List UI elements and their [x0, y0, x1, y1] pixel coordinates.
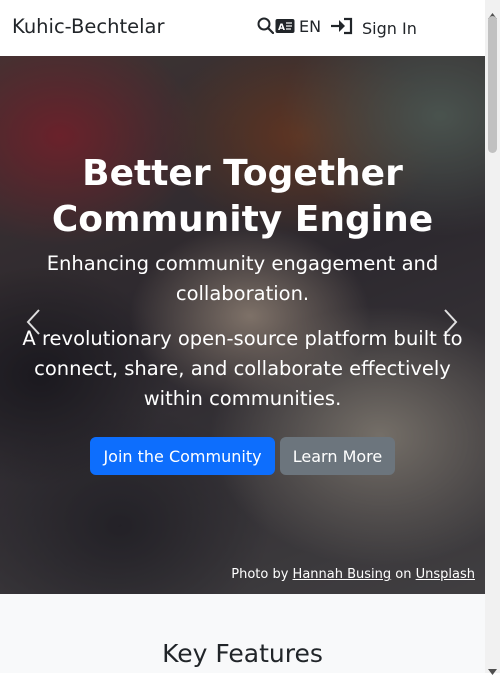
- hero-carousel: Better Together Community Engine Enhanci…: [0, 56, 485, 594]
- learn-more-button[interactable]: Learn More: [280, 437, 395, 475]
- svg-text:A: A: [278, 23, 285, 33]
- hero-title: Better Together Community Engine: [0, 151, 485, 243]
- sign-in-label: Sign In: [362, 18, 417, 38]
- scrollbar-thumb[interactable]: [488, 16, 497, 153]
- photo-credit: Photo by Hannah Busing on Unsplash: [231, 567, 475, 582]
- chevron-left-icon[interactable]: [24, 307, 44, 341]
- scroll-down-icon[interactable]: [488, 660, 497, 679]
- credit-author-link[interactable]: Hannah Busing: [293, 567, 392, 582]
- language-selector[interactable]: EN: [299, 17, 321, 36]
- nav-icons: A: [257, 17, 295, 34]
- join-community-button[interactable]: Join the Community: [90, 437, 275, 475]
- chevron-right-icon[interactable]: [440, 307, 460, 341]
- hero-title-line2: Community Engine: [51, 199, 434, 240]
- credit-prefix: Photo by: [231, 567, 289, 582]
- hero-subtitle: Enhancing community engagement and colla…: [46, 252, 439, 305]
- language-icon[interactable]: A: [275, 18, 295, 34]
- search-icon[interactable]: [257, 17, 274, 34]
- sign-in-link[interactable]: Sign In: [330, 17, 417, 39]
- features-section: Key Features: [0, 594, 485, 673]
- credit-middle: on: [395, 567, 412, 582]
- scrollbar[interactable]: [485, 0, 500, 675]
- hero-title-line1: Better Together: [82, 153, 403, 194]
- sign-in-icon: [330, 17, 362, 39]
- hero-description: A revolutionary open-source platform bui…: [22, 327, 463, 410]
- features-title: Key Features: [162, 639, 323, 668]
- credit-source-link[interactable]: Unsplash: [416, 567, 475, 582]
- navbar: Kuhic-Bechtelar A EN Sign In: [0, 0, 485, 56]
- brand-link[interactable]: Kuhic-Bechtelar: [12, 15, 165, 38]
